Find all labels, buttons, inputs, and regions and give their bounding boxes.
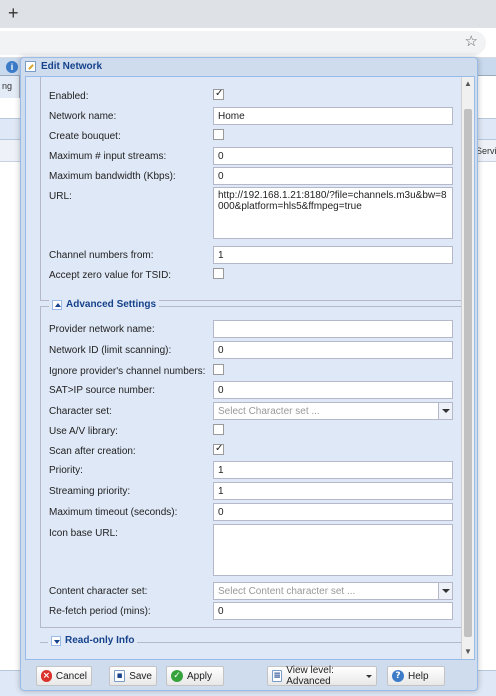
dialog-footer: × Cancel ▪ Save ✓ Apply ≡ View level: Ad… bbox=[21, 662, 477, 690]
app-left-tab[interactable]: ng bbox=[0, 76, 20, 98]
network-id-label: Network ID (limit scanning): bbox=[49, 345, 172, 356]
view-level-icon: ≡ bbox=[272, 670, 283, 682]
readonly-info-fieldset: Read-only Info bbox=[40, 635, 462, 659]
icon-base-url-textarea[interactable] bbox=[213, 524, 453, 576]
chevron-down-icon[interactable] bbox=[438, 583, 452, 599]
content-charset-label: Content character set: bbox=[49, 586, 148, 597]
help-icon: ? bbox=[392, 670, 404, 682]
max-bandwidth-label: Maximum bandwidth (Kbps): bbox=[49, 171, 176, 182]
network-name-label: Network name: bbox=[49, 111, 117, 122]
view-level-button[interactable]: ≡ View level: Advanced bbox=[267, 665, 377, 687]
satip-source-label: SAT>IP source number: bbox=[49, 385, 156, 396]
character-set-select[interactable]: Select Character set ... bbox=[213, 402, 453, 420]
accept-zero-tsid-label: Accept zero value for TSID: bbox=[49, 270, 172, 281]
refetch-period-input[interactable]: 0 bbox=[213, 602, 453, 620]
chevron-down-icon[interactable] bbox=[438, 403, 452, 419]
expand-icon[interactable] bbox=[51, 635, 61, 646]
use-av-library-label: Use A/V library: bbox=[49, 426, 118, 437]
max-input-streams-label: Maximum # input streams: bbox=[49, 151, 167, 162]
channel-numbers-from-input[interactable]: 1 bbox=[213, 246, 453, 264]
streaming-priority-input[interactable]: 1 bbox=[213, 482, 453, 500]
dialog-title: Edit Network bbox=[41, 61, 103, 72]
url-label: URL: bbox=[49, 191, 72, 202]
browser-tab-strip: + bbox=[0, 0, 496, 28]
enabled-label: Enabled: bbox=[49, 91, 89, 102]
readonly-info-legend[interactable]: Read-only Info bbox=[48, 635, 138, 646]
scan-after-creation-label: Scan after creation: bbox=[49, 446, 136, 457]
satip-source-input[interactable]: 0 bbox=[213, 381, 453, 399]
dialog-header: Edit Network bbox=[21, 58, 477, 76]
network-name-input[interactable]: Home bbox=[213, 107, 453, 125]
provider-network-name-label: Provider network name: bbox=[49, 324, 155, 335]
help-label: Help bbox=[408, 670, 429, 682]
edit-network-dialog: Edit Network Enabled: Network name: Home… bbox=[20, 57, 478, 691]
form-panel: Enabled: Network name: Home Create bouqu… bbox=[26, 77, 462, 659]
icon-base-url-label: Icon base URL: bbox=[49, 528, 118, 539]
advanced-settings-title: Advanced Settings bbox=[66, 299, 157, 310]
scroll-down-icon[interactable]: ▼ bbox=[462, 645, 474, 659]
address-bar[interactable] bbox=[0, 31, 486, 55]
refetch-period-label: Re-fetch period (mins): bbox=[49, 606, 151, 617]
use-av-library-checkbox[interactable] bbox=[213, 424, 224, 435]
content-charset-select[interactable]: Select Content character set ... bbox=[213, 582, 453, 600]
provider-network-name-input[interactable] bbox=[213, 320, 453, 338]
cancel-button[interactable]: × Cancel bbox=[36, 666, 92, 686]
apply-icon: ✓ bbox=[171, 670, 183, 682]
scan-after-creation-checkbox[interactable] bbox=[213, 443, 224, 455]
bookmark-star-icon[interactable]: ☆ bbox=[465, 32, 478, 50]
collapse-icon[interactable] bbox=[52, 299, 62, 310]
readonly-info-title: Read-only Info bbox=[65, 635, 135, 646]
content-charset-placeholder: Select Content character set ... bbox=[218, 586, 356, 597]
scroll-up-icon[interactable]: ▲ bbox=[462, 77, 474, 91]
create-bouquet-label: Create bouquet: bbox=[49, 131, 121, 142]
apply-label: Apply bbox=[187, 670, 213, 682]
app-column-label: Servi bbox=[476, 146, 496, 156]
streaming-priority-label: Streaming priority: bbox=[49, 486, 131, 497]
max-timeout-input[interactable]: 0 bbox=[213, 503, 453, 521]
edit-icon bbox=[25, 61, 36, 72]
save-button[interactable]: ▪ Save bbox=[109, 666, 157, 686]
create-bouquet-checkbox[interactable] bbox=[213, 129, 224, 140]
network-id-input[interactable]: 0 bbox=[213, 341, 453, 359]
url-textarea[interactable]: http://192.168.1.21:8180/?file=channels.… bbox=[213, 187, 453, 239]
dialog-body: Enabled: Network name: Home Create bouqu… bbox=[25, 76, 475, 660]
character-set-label: Character set: bbox=[49, 406, 112, 417]
dialog-scrollbar[interactable]: ▲ ▼ bbox=[461, 77, 474, 659]
advanced-settings-fieldset: Advanced Settings Provider network name:… bbox=[40, 299, 462, 628]
ignore-channel-numbers-label: Ignore provider's channel numbers: bbox=[49, 366, 206, 377]
enabled-checkbox[interactable] bbox=[213, 88, 224, 100]
help-button[interactable]: ? Help bbox=[387, 666, 445, 686]
max-bandwidth-input[interactable]: 0 bbox=[213, 167, 453, 185]
new-tab-button[interactable]: + bbox=[8, 3, 19, 23]
basic-settings-fieldset: Enabled: Network name: Home Create bouqu… bbox=[40, 77, 462, 301]
cancel-label: Cancel bbox=[55, 670, 87, 682]
character-set-placeholder: Select Character set ... bbox=[218, 406, 320, 417]
browser-toolbar: ☆ bbox=[0, 28, 496, 58]
scrollbar-thumb[interactable] bbox=[464, 109, 472, 637]
chevron-down-icon bbox=[366, 674, 372, 678]
view-level-label: View level: Advanced bbox=[286, 665, 334, 687]
info-icon[interactable]: i bbox=[6, 61, 18, 73]
cancel-icon: × bbox=[41, 670, 52, 682]
max-input-streams-input[interactable]: 0 bbox=[213, 147, 453, 165]
accept-zero-tsid-checkbox[interactable] bbox=[213, 268, 224, 279]
priority-label: Priority: bbox=[49, 465, 83, 476]
save-label: Save bbox=[129, 670, 152, 682]
advanced-settings-legend[interactable]: Advanced Settings bbox=[49, 299, 160, 310]
ignore-channel-numbers-checkbox[interactable] bbox=[213, 364, 224, 375]
channel-numbers-from-label: Channel numbers from: bbox=[49, 250, 154, 261]
priority-input[interactable]: 1 bbox=[213, 461, 453, 479]
save-icon: ▪ bbox=[114, 670, 126, 682]
apply-button[interactable]: ✓ Apply bbox=[166, 666, 224, 686]
max-timeout-label: Maximum timeout (seconds): bbox=[49, 507, 178, 518]
